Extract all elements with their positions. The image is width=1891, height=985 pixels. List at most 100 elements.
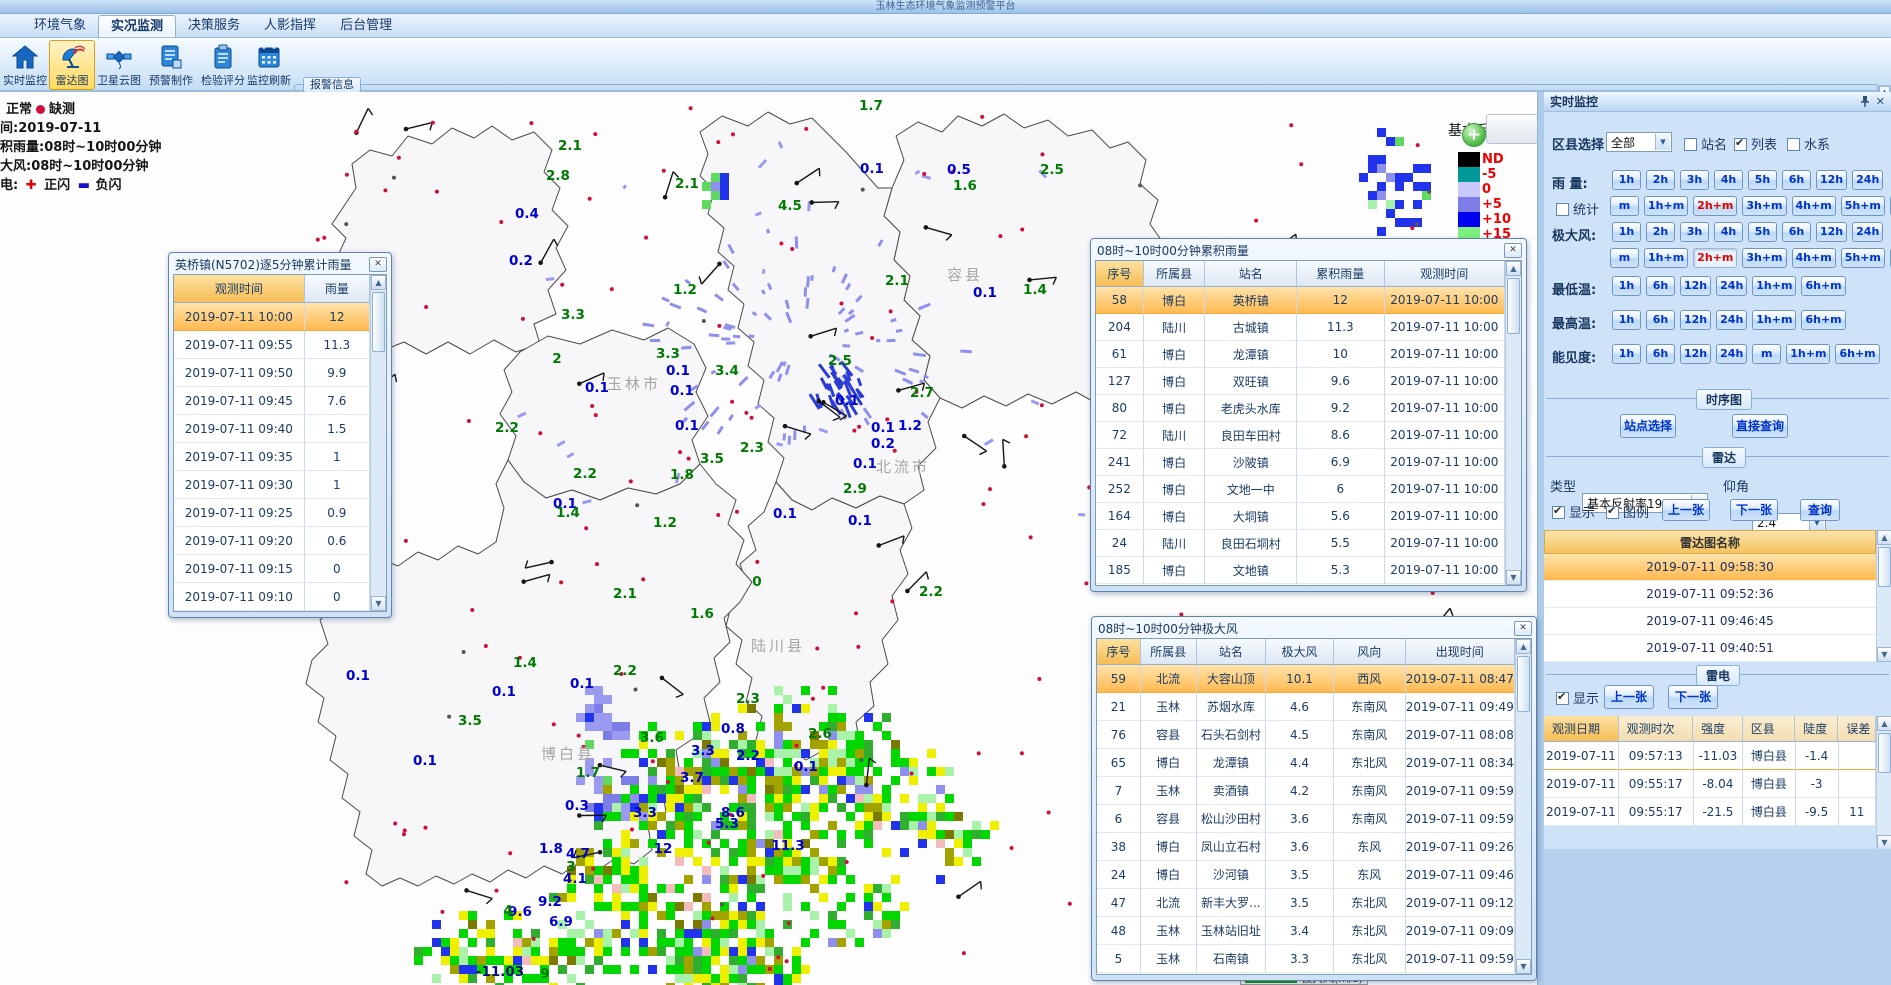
checkbox-icon[interactable] (1556, 692, 1569, 705)
close-icon[interactable] (369, 257, 387, 272)
table-row[interactable]: 252 博白 文地一中 6 2019-07-11 10:00 (1096, 476, 1505, 503)
rain-stat-button[interactable]: 5h+m (1841, 196, 1885, 216)
table-row[interactable]: 2019-07-11 09:40 1.5 (174, 415, 370, 443)
table-row[interactable]: 59 北流 大容山顶 10.1 西风 2019-07-11 08:47 (1097, 665, 1515, 693)
visibility-button[interactable]: m (1752, 344, 1781, 364)
vertical-scrollbar[interactable]: ▲ ▼ (370, 275, 386, 611)
table-row[interactable]: 6 容县 松山沙田村 3.6 东南风 2019-07-11 09:59 (1097, 805, 1515, 833)
table-row[interactable]: 2019-07-11 09:57:13 -11.03 博白县 -1.4 (1544, 742, 1876, 770)
visibility-button[interactable]: 12h (1680, 344, 1711, 364)
checkbox-icon[interactable] (1787, 138, 1800, 151)
column-header[interactable]: 误差 (1838, 716, 1876, 742)
column-header[interactable]: 站名 (1197, 639, 1267, 665)
table-row[interactable]: 2019-07-11 09:10 0 (174, 583, 370, 611)
wind-hour-button[interactable]: 5h (1748, 222, 1777, 242)
tmax-button[interactable]: 12h (1680, 310, 1711, 330)
menu-tab[interactable]: 人影指挥 (252, 15, 328, 37)
scroll-thumb[interactable] (1507, 278, 1520, 334)
table-row[interactable]: 58 博白 英桥镇 12 2019-07-11 10:00 (1096, 287, 1505, 314)
wind-hour-button[interactable]: 3h (1680, 222, 1709, 242)
table-row[interactable]: 2019-07-11 09:15 0 (174, 555, 370, 583)
rain-stat-button[interactable]: 1h+m (1644, 196, 1688, 216)
tmin-button[interactable]: 1h (1612, 276, 1641, 296)
station-select-button[interactable]: 站点选择 (1620, 414, 1676, 438)
table-row[interactable]: 2019-07-11 09:50 9.9 (174, 359, 370, 387)
column-header[interactable]: 出现时间 (1406, 639, 1515, 665)
checkbox-icon[interactable] (1684, 138, 1697, 151)
table-row[interactable]: 65 博白 龙潭镇 4.4 东北风 2019-07-11 08:34 (1097, 749, 1515, 777)
scroll-up-icon[interactable]: ▲ (1877, 716, 1891, 731)
wind-hour-button[interactable]: 6h (1782, 222, 1811, 242)
window-wind-ranking[interactable]: 08时~10时00分钟极大风 序号 所属县 站名 极大风 风向 出现时间 59 … (1091, 616, 1537, 981)
radar-list-item[interactable]: 2019-07-11 09:58:30 (1544, 554, 1876, 581)
wind-hour-button[interactable]: 12h (1816, 222, 1847, 242)
window-title-bar[interactable]: 08时~10时00分钟极大风 (1096, 618, 1532, 638)
wind-stat-button[interactable]: 5h+m (1841, 248, 1885, 268)
scroll-thumb[interactable] (372, 292, 385, 352)
scroll-down-icon[interactable]: ▼ (1877, 647, 1891, 662)
radar-show-checkbox[interactable]: 显示 (1552, 502, 1595, 521)
tmin-button[interactable]: 1h+m (1752, 276, 1796, 296)
check-station-name[interactable]: 站名 (1684, 134, 1727, 153)
table-row[interactable]: 241 博白 沙陂镇 6.9 2019-07-11 10:00 (1096, 449, 1505, 476)
column-header[interactable]: 观测时间 (1385, 261, 1505, 287)
table-row[interactable]: 2019-07-11 09:20 0.6 (174, 527, 370, 555)
rain-stat-button[interactable]: m (1610, 196, 1639, 216)
radar-prev-button[interactable]: 上一张 (1662, 499, 1710, 521)
menu-tab[interactable]: 决策服务 (176, 15, 252, 37)
panel-splitter[interactable] (1537, 92, 1544, 985)
table-row[interactable]: 2019-07-11 09:55 11.3 (174, 331, 370, 359)
column-header[interactable]: 强度 (1693, 716, 1743, 742)
tmax-button[interactable]: 1h+m (1752, 310, 1796, 330)
scroll-down-icon[interactable]: ▼ (1516, 959, 1531, 974)
column-header[interactable]: 雨量 (305, 275, 370, 303)
window-station-rain[interactable]: 英桥镇(N5702)逐5分钟累计雨量 观测时间 雨量 2019-07-11 10… (168, 252, 392, 618)
tmax-button[interactable]: 24h (1716, 310, 1747, 330)
wind-stat-button[interactable]: 1h+m (1644, 248, 1688, 268)
column-header[interactable]: 观测时间 (174, 275, 305, 303)
tmin-button[interactable]: 6h+m (1801, 276, 1845, 296)
table-row[interactable]: 127 博白 双旺镇 9.6 2019-07-11 10:00 (1096, 368, 1505, 395)
table-row[interactable]: 2019-07-11 09:55:17 -21.5 博白县 -9.5 11 (1544, 798, 1876, 826)
realtime-monitor-button[interactable]: 实时监控 (2, 40, 48, 90)
table-row[interactable]: 72 陆川 良田车田村 8.6 2019-07-11 10:00 (1096, 422, 1505, 449)
radar-list-item[interactable]: 2019-07-11 09:46:45 (1544, 608, 1876, 635)
column-header[interactable]: 序号 (1096, 261, 1144, 287)
column-header[interactable]: 观测时次 (1619, 716, 1694, 742)
monitor-refresh-button[interactable]: 监控刷新 (246, 40, 292, 90)
column-header[interactable]: 序号 (1097, 639, 1141, 665)
table-row[interactable]: 164 博白 大垌镇 5.6 2019-07-11 10:00 (1096, 503, 1505, 530)
visibility-button[interactable]: 1h+m (1786, 344, 1830, 364)
window-title-bar[interactable]: 08时~10时00分钟累积雨量 (1095, 240, 1522, 260)
scroll-up-icon[interactable]: ▲ (1516, 639, 1531, 654)
table-row[interactable]: 38 博白 凤山立石村 3.6 东风 2019-07-11 09:26 (1097, 833, 1515, 861)
vertical-scrollbar[interactable]: ▲ ▼ (1876, 716, 1891, 850)
rain-hour-button[interactable]: 24h (1852, 170, 1883, 190)
visibility-button[interactable]: 6h+m (1835, 344, 1879, 364)
rain-stat-button[interactable]: 3h+m (1742, 196, 1786, 216)
menu-tab[interactable]: 后台管理 (328, 15, 404, 37)
column-header[interactable]: 极大风 (1266, 639, 1334, 665)
zoom-in-plus-icon[interactable]: + (1462, 123, 1486, 147)
scroll-up-icon[interactable]: ▲ (1506, 261, 1521, 276)
close-icon[interactable] (1504, 243, 1522, 258)
radar-list-item[interactable]: 2019-07-11 09:40:51 (1544, 635, 1876, 662)
radar-next-button[interactable]: 下一张 (1730, 499, 1778, 521)
verify-score-button[interactable]: 检验评分 (200, 40, 246, 90)
wind-stat-button[interactable]: m (1610, 248, 1639, 268)
table-row[interactable]: 61 博白 龙潭镇 10 2019-07-11 10:00 (1096, 341, 1505, 368)
radar-map-button[interactable]: 雷达图 (49, 40, 95, 90)
vertical-scrollbar[interactable]: ▲ ▼ (1515, 639, 1531, 974)
close-icon[interactable] (1514, 621, 1532, 636)
tmin-button[interactable]: 12h (1680, 276, 1711, 296)
wind-stat-button[interactable]: 2h+m (1693, 248, 1737, 268)
wind-hour-button[interactable]: 2h (1646, 222, 1675, 242)
table-row[interactable]: 5 玉林 石南镇 3.3 东北风 2019-07-11 09:59 (1097, 945, 1515, 973)
scroll-thumb[interactable] (1878, 547, 1891, 587)
lightning-show-checkbox[interactable]: 显示 (1556, 688, 1599, 707)
scroll-down-icon[interactable]: ▼ (371, 596, 386, 611)
chevron-down-icon[interactable] (1655, 134, 1670, 150)
table-row[interactable]: 80 博白 老虎头水库 9.2 2019-07-11 10:00 (1096, 395, 1505, 422)
wind-hour-button[interactable]: 4h (1714, 222, 1743, 242)
window-rain-ranking[interactable]: 08时~10时00分钟累积雨量 序号 所属县 站名 累积雨量 观测时间 58 博… (1090, 238, 1527, 592)
